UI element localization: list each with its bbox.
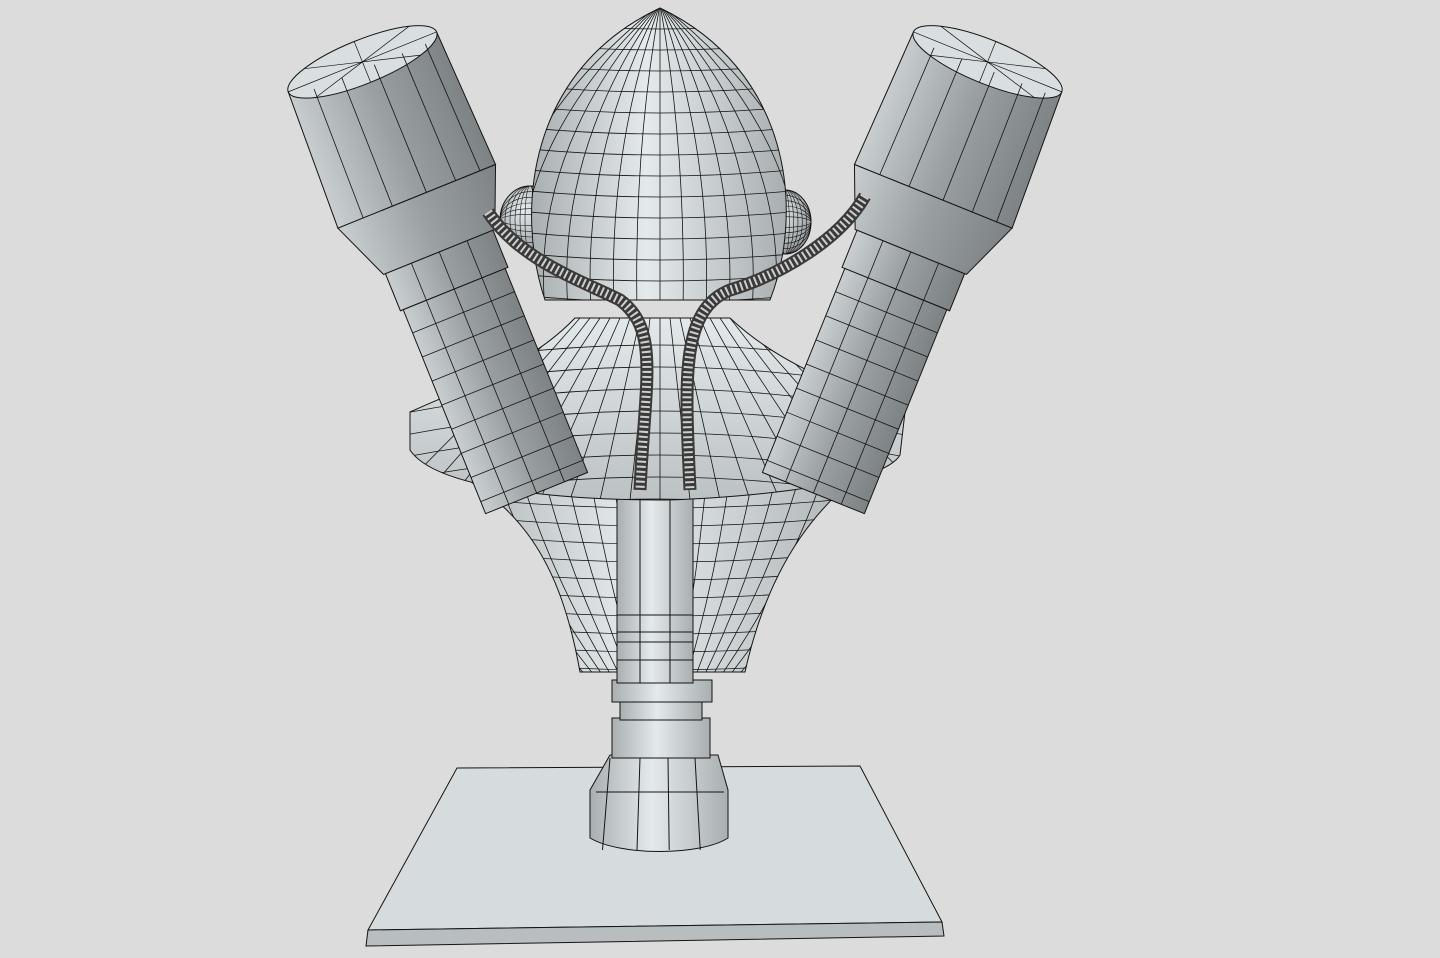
viewport-3d[interactable]: wireframe-bust-with-lamps-icon xyxy=(0,0,1440,958)
spine-column xyxy=(616,496,694,684)
